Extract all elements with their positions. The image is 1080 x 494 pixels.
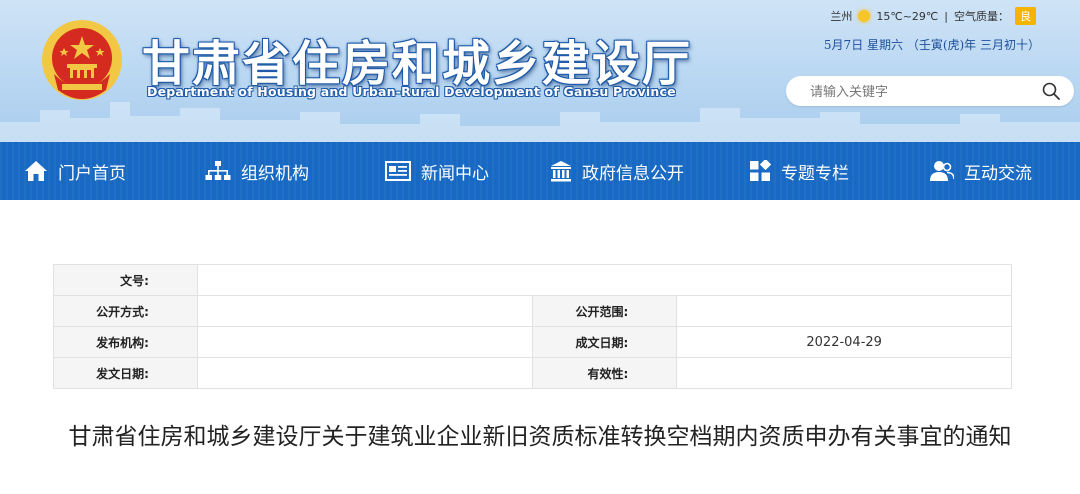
main-nav: 门户首页 组织机构 新闻中心 政府信息公开 专题专栏 互动交流: [0, 142, 1080, 200]
users-icon: [930, 161, 954, 181]
site-subtitle-english: Department of Housing and Urban-Rural De…: [147, 84, 676, 99]
public-mode-value: [196, 295, 534, 327]
issue-date-value: [196, 357, 534, 389]
nav-label-gov-info: 政府信息公开: [582, 163, 684, 184]
issuer-value: [196, 326, 534, 358]
nav-label-home: 门户首页: [58, 163, 126, 184]
issuer-label: 发布机构:: [53, 326, 198, 358]
nav-label-organization: 组织机构: [241, 163, 309, 184]
grid-tiles-icon: [750, 160, 771, 181]
nav-label-special-topics: 专题专栏: [781, 163, 849, 184]
air-quality-label: 空气质量：: [954, 10, 1009, 23]
article-title: 甘肃省住房和城乡建设厅关于建筑业企业新旧资质标准转换空档期内资质申办有关事宜的通…: [68, 424, 1012, 450]
home-icon: [25, 161, 47, 181]
org-chart-icon: [205, 161, 231, 180]
air-quality-badge: 良: [1015, 7, 1036, 25]
public-scope-value: [676, 295, 1012, 327]
validity-label: 有效性:: [532, 357, 678, 389]
nav-item-home[interactable]: 门户首页: [24, 142, 205, 200]
newspaper-icon: [385, 161, 411, 181]
doc-number-value: [196, 264, 1013, 296]
nav-item-news[interactable]: 新闻中心: [385, 142, 550, 200]
created-date-label: 成文日期:: [532, 326, 678, 358]
weather-widget: 兰州 15℃~29℃ | 空气质量： 良: [830, 7, 1036, 25]
government-building-icon: [551, 161, 571, 182]
table-row: 发布机构: 成文日期: 2022-04-29: [53, 326, 1012, 358]
table-row: 公开方式: 公开范围:: [53, 295, 1012, 327]
validity-value: [676, 357, 1012, 389]
document-meta-table: 文号: 公开方式: 公开范围: 发布机构: 成文日期: 2022-04-29 发…: [53, 264, 1013, 389]
table-row: 文号:: [53, 264, 1013, 296]
weather-separator: |: [944, 9, 948, 23]
public-scope-label: 公开范围:: [532, 295, 678, 327]
search-input[interactable]: [808, 82, 1032, 102]
weather-temperature: 15℃~29℃: [876, 9, 939, 23]
issue-date-label: 发文日期:: [53, 357, 198, 389]
date-line: 5月7日 星期六 （壬寅(虎)年 三月初十）: [823, 38, 1040, 52]
search-icon[interactable]: [1042, 82, 1060, 100]
public-mode-label: 公开方式:: [53, 295, 198, 327]
created-date-value: 2022-04-29: [676, 326, 1012, 358]
doc-number-label: 文号:: [53, 264, 198, 296]
nav-item-special-topics[interactable]: 专题专栏: [749, 142, 930, 200]
table-row: 发文日期: 有效性:: [53, 357, 1012, 389]
site-header: 甘肃省住房和城乡建设厅 Department of Housing and Ur…: [0, 0, 1080, 142]
nav-label-interaction: 互动交流: [964, 163, 1032, 184]
nav-label-news: 新闻中心: [421, 163, 489, 184]
nav-item-gov-info[interactable]: 政府信息公开: [550, 142, 749, 200]
nav-item-organization[interactable]: 组织机构: [205, 142, 385, 200]
sun-icon: [858, 10, 871, 22]
search-box: [786, 76, 1074, 106]
national-emblem-logo: [42, 20, 122, 100]
weather-city: 兰州: [830, 10, 853, 23]
nav-item-interaction[interactable]: 互动交流: [930, 142, 1060, 200]
